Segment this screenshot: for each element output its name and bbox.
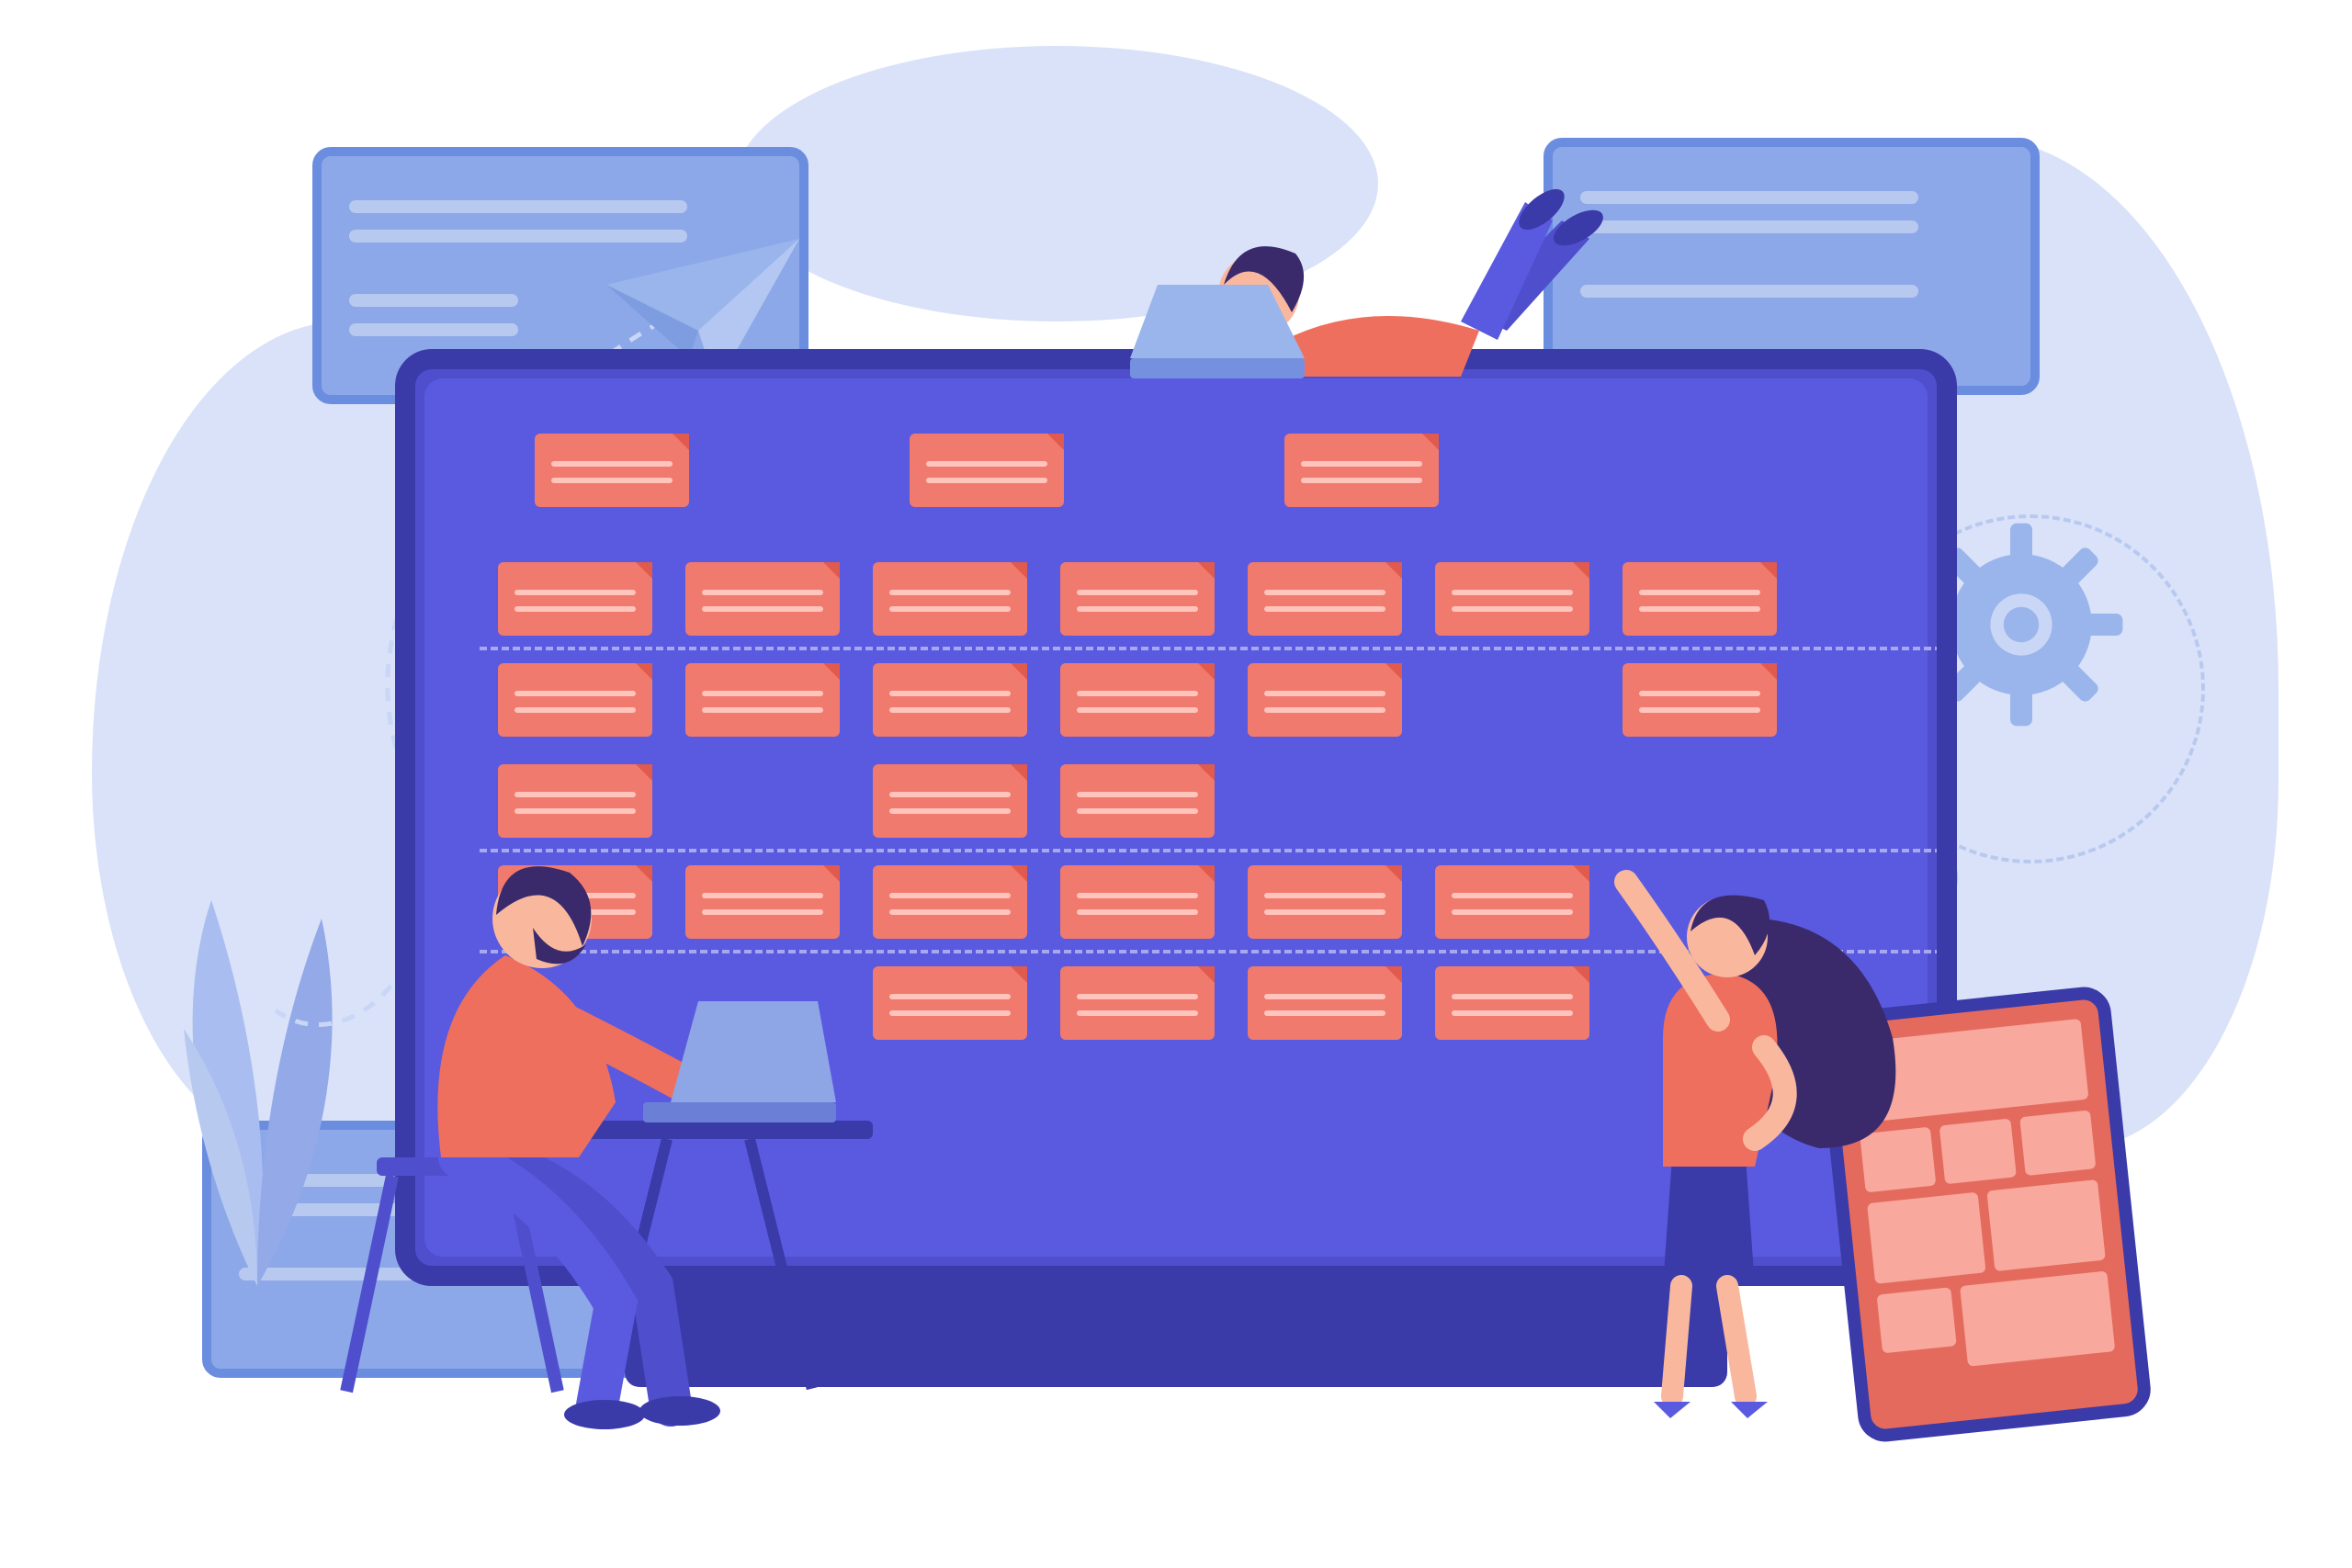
- task-card: [1248, 966, 1402, 1040]
- task-card: [1248, 562, 1402, 636]
- task-card: [873, 764, 1027, 838]
- person-sitting-left: [340, 827, 891, 1433]
- task-card: [1435, 562, 1589, 636]
- task-card: [498, 663, 652, 737]
- task-card: [498, 562, 652, 636]
- task-card: [873, 663, 1027, 737]
- task-card: [685, 562, 840, 636]
- task-card: [873, 865, 1027, 939]
- task-card: [1060, 865, 1215, 939]
- task-card: [1623, 562, 1777, 636]
- task-card: [1060, 764, 1215, 838]
- task-card: [873, 966, 1027, 1040]
- task-card: [1060, 562, 1215, 636]
- person-standing-right: [1562, 854, 1920, 1424]
- task-card: [685, 663, 840, 737]
- task-card: [1248, 865, 1402, 939]
- task-card: [1284, 434, 1439, 507]
- person-lying-top: [1066, 175, 1635, 413]
- task-card: [535, 434, 689, 507]
- task-card: [1060, 663, 1215, 737]
- task-card: [1060, 966, 1215, 1040]
- task-card: [1248, 663, 1402, 737]
- task-card: [873, 562, 1027, 636]
- task-card: [1623, 663, 1777, 737]
- task-card: [910, 434, 1064, 507]
